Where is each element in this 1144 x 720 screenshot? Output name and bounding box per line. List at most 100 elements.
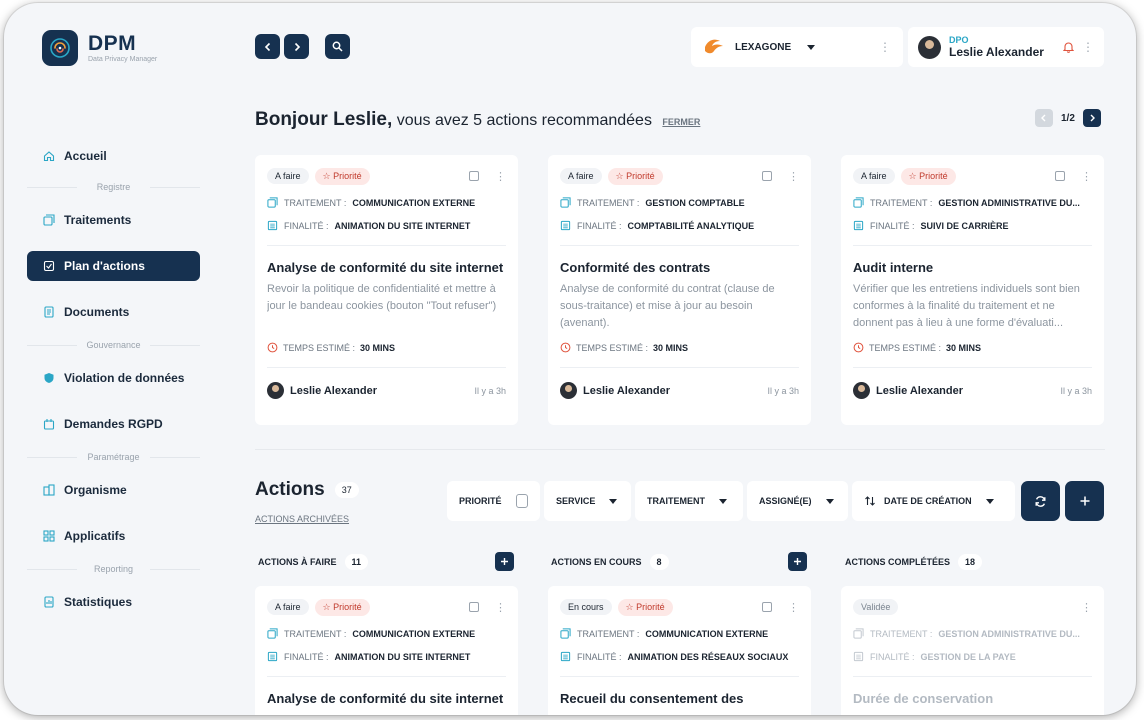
- recommended-action-card[interactable]: A faire ☆ Priorité ⋮ TRAITEMENT : GESTION…: [548, 155, 811, 425]
- star-icon: ☆: [908, 170, 917, 181]
- archived-actions-link[interactable]: ACTIONS ARCHIVÉES: [255, 514, 349, 524]
- priority-badge: ☆ Priorité: [607, 167, 663, 185]
- action-title: Recueil du consentement des: [560, 691, 744, 706]
- user-name: Leslie Alexander: [949, 45, 1044, 59]
- action-title: Analyse de conformité du site internet: [267, 691, 504, 706]
- sidebar-item-label: Statistiques: [64, 595, 133, 609]
- sort-icon: [865, 496, 875, 506]
- action-card[interactable]: Validée ⋮ TRAITEMENT : GESTION ADMINISTRA…: [841, 586, 1104, 715]
- estimated-time: TEMPS ESTIMÉ :30 MINS: [560, 342, 799, 353]
- select-checkbox[interactable]: [762, 602, 772, 612]
- purpose-line: FINALITÉ : ANIMATION DU SITE INTERNET: [267, 220, 506, 231]
- select-checkbox[interactable]: [469, 171, 479, 181]
- sidebar-item-statistiques[interactable]: Statistiques: [27, 587, 200, 617]
- sidebar-item-violation[interactable]: Violation de données: [27, 363, 200, 393]
- user-profile[interactable]: DPO Leslie Alexander ⋮: [908, 27, 1104, 67]
- page-title: Actions: [255, 479, 325, 500]
- action-title: Analyse de conformité du site internet: [267, 260, 504, 275]
- status-badge: Validée: [853, 599, 899, 615]
- app-logo[interactable]: DPM Data Privacy Manager: [42, 30, 157, 66]
- estimated-time: TEMPS ESTIMÉ :30 MINS: [853, 342, 1092, 353]
- next-page-button[interactable]: [1082, 109, 1101, 127]
- user-role: DPO: [949, 35, 969, 45]
- previous-page-button[interactable]: [1035, 109, 1053, 127]
- select-checkbox[interactable]: [1055, 171, 1065, 181]
- list-icon: [560, 220, 571, 231]
- sidebar-item-label: Applicatifs: [64, 529, 126, 543]
- more-options-icon[interactable]: ⋮: [1081, 601, 1092, 614]
- sidebar-item-applicatifs[interactable]: Applicatifs: [27, 521, 200, 551]
- more-options-icon[interactable]: ⋮: [879, 41, 891, 53]
- close-recommendations-link[interactable]: FERMER: [662, 117, 700, 127]
- back-button[interactable]: [255, 34, 280, 59]
- select-checkbox[interactable]: [762, 171, 772, 181]
- star-icon: ☆: [625, 601, 634, 612]
- priority-filter[interactable]: PRIORITÉ: [447, 481, 540, 521]
- more-options-icon[interactable]: ⋮: [1081, 170, 1092, 183]
- chevron-down-icon: [807, 44, 816, 50]
- sidebar-item-plan-actions[interactable]: Plan d'actions: [27, 251, 200, 281]
- avatar: [918, 35, 941, 59]
- treatment-filter[interactable]: TRAITEMENT: [635, 481, 743, 521]
- grid-icon: [43, 530, 55, 542]
- sidebar-item-organisme[interactable]: Organisme: [27, 475, 200, 505]
- bell-icon[interactable]: [1063, 41, 1074, 53]
- column-count: 8: [649, 554, 669, 570]
- sidebar-item-demandes[interactable]: Demandes RGPD: [27, 409, 200, 439]
- sidebar-item-label: Violation de données: [64, 371, 185, 385]
- sidebar-item-traitements[interactable]: Traitements: [27, 205, 200, 235]
- priority-badge: ☆ Priorité: [617, 598, 673, 616]
- star-icon: ☆: [615, 170, 624, 181]
- add-todo-button[interactable]: [495, 552, 514, 571]
- list-icon: [267, 220, 278, 231]
- action-title: Audit interne: [853, 260, 934, 275]
- chevron-left-icon: [264, 42, 270, 51]
- column-in-progress-header: ACTIONS EN COURS 8: [551, 554, 669, 570]
- star-icon: ☆: [322, 170, 331, 181]
- sidebar-item-label: Demandes RGPD: [64, 417, 163, 431]
- assignee-filter[interactable]: ASSIGNÉ(E): [747, 481, 848, 521]
- treatment-line: TRAITEMENT : COMMUNICATION EXTERNE: [560, 628, 799, 639]
- star-icon: ☆: [322, 601, 331, 612]
- list-icon: [853, 220, 864, 231]
- add-in-progress-button[interactable]: [788, 552, 807, 571]
- sidebar-item-accueil[interactable]: Accueil: [27, 141, 200, 171]
- action-card[interactable]: A faire ☆ Priorité ⋮ TRAITEMENT : COMMUNI…: [255, 586, 518, 715]
- select-checkbox[interactable]: [469, 602, 479, 612]
- refresh-button[interactable]: [1021, 481, 1060, 521]
- forward-button[interactable]: [284, 34, 309, 59]
- greeting: Bonjour Leslie, vous avez 5 actions reco…: [255, 109, 700, 131]
- add-action-button[interactable]: [1065, 481, 1104, 521]
- action-card[interactable]: En cours ☆ Priorité ⋮ TRAITEMENT : COMMUN…: [548, 586, 811, 715]
- chevron-down-icon: [609, 498, 618, 504]
- actions-header: Actions 37: [255, 479, 359, 501]
- sidebar-item-documents[interactable]: Documents: [27, 297, 200, 327]
- priority-badge: ☆ Priorité: [314, 598, 370, 616]
- priority-checkbox[interactable]: [515, 494, 528, 508]
- organization-logo-icon: [705, 39, 723, 54]
- section-divider: [255, 449, 1105, 450]
- plus-icon: [794, 558, 801, 565]
- more-options-icon[interactable]: ⋮: [788, 170, 799, 183]
- home-icon: [43, 151, 55, 162]
- more-options-icon[interactable]: ⋮: [495, 601, 506, 614]
- more-options-icon[interactable]: ⋮: [1082, 41, 1094, 53]
- status-badge: A faire: [267, 599, 309, 615]
- greeting-name: Bonjour Leslie,: [255, 109, 393, 130]
- sort-selector[interactable]: DATE DE CRÉATION: [852, 481, 1015, 521]
- timestamp: Il y a 3h: [1060, 385, 1092, 396]
- more-options-icon[interactable]: ⋮: [495, 170, 506, 183]
- organization-selector[interactable]: LEXAGONE ⋮: [691, 27, 903, 67]
- search-button[interactable]: [325, 34, 350, 59]
- service-filter[interactable]: SERVICE: [544, 481, 631, 521]
- treatment-line: TRAITEMENT : COMMUNICATION EXTERNE: [267, 197, 506, 208]
- purpose-line: FINALITÉ : ANIMATION DU SITE INTERNET: [267, 651, 506, 662]
- layers-icon: [267, 197, 278, 208]
- layers-icon: [267, 628, 278, 639]
- status-badge: A faire: [560, 168, 602, 184]
- recommended-action-card[interactable]: A faire ☆ Priorité ⋮ TRAITEMENT : COMMUNI…: [255, 155, 518, 425]
- more-options-icon[interactable]: ⋮: [788, 601, 799, 614]
- recommended-action-card[interactable]: A faire ☆ Priorité ⋮ TRAITEMENT : GESTION…: [841, 155, 1104, 425]
- plus-icon: [501, 558, 508, 565]
- clock-icon: [560, 342, 571, 353]
